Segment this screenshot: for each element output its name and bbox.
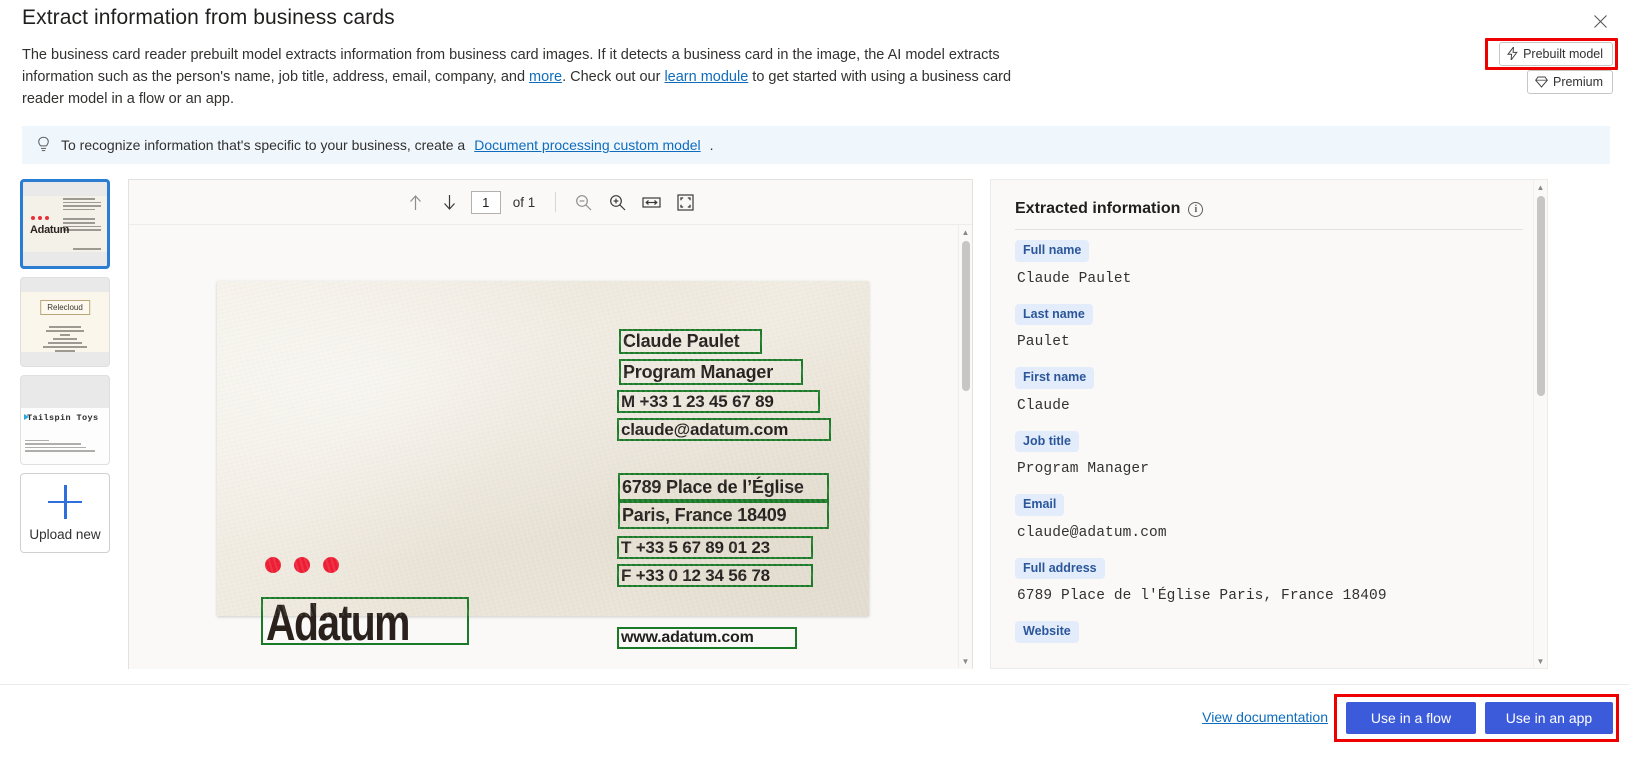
scroll-up-icon[interactable]: ▲ bbox=[959, 225, 972, 239]
field-label-chip: Website bbox=[1015, 621, 1079, 643]
intro-paragraph: The business card reader prebuilt model … bbox=[22, 44, 1052, 110]
field-value: Claude bbox=[1017, 397, 1070, 414]
field-value: Program Manager bbox=[1017, 461, 1150, 477]
plus-icon bbox=[48, 484, 82, 519]
page-number-input[interactable]: 1 bbox=[470, 190, 501, 214]
field-value: Paulet bbox=[1017, 334, 1070, 350]
page-title: Extract information from business cards bbox=[22, 6, 395, 29]
thumb-text-lines bbox=[25, 439, 105, 454]
ocr-box: claude@adatum.com bbox=[617, 418, 831, 441]
premium-label: Premium bbox=[1552, 74, 1603, 89]
field-label-chip: First name bbox=[1015, 367, 1095, 389]
extracted-field: Website bbox=[1015, 621, 1523, 643]
thumb-brand-relecloud: Relecloud bbox=[40, 300, 90, 315]
extracted-field: Last name Paulet bbox=[1015, 303, 1523, 350]
field-label-chip: Email bbox=[1015, 494, 1065, 516]
zoom-out-icon[interactable] bbox=[570, 189, 596, 215]
viewer-scrollbar[interactable]: ▲ ▼ bbox=[958, 225, 972, 668]
thumbnail-item-relecloud[interactable]: Relecloud bbox=[20, 277, 110, 367]
ocr-box: Claude Paulet bbox=[619, 329, 762, 354]
field-label-chip: Full name bbox=[1015, 240, 1090, 262]
custom-model-link[interactable]: Document processing custom model bbox=[474, 137, 700, 153]
upload-new-label: Upload new bbox=[29, 526, 101, 542]
extracted-field: Email claude@adatum.com bbox=[1015, 494, 1523, 541]
diamond-icon bbox=[1535, 76, 1548, 88]
ocr-box: M +33 1 23 45 67 89 bbox=[617, 390, 820, 413]
zoom-in-icon[interactable] bbox=[604, 189, 630, 215]
info-circle-icon[interactable]: i bbox=[1188, 201, 1204, 217]
premium-badge[interactable]: Premium bbox=[1526, 70, 1613, 94]
field-label-chip: Last name bbox=[1015, 303, 1093, 325]
field-value: 6789 Place de l'Église Paris, France 184… bbox=[1017, 588, 1387, 604]
card-company-name: Adatum bbox=[266, 595, 410, 652]
infobar-text-after: . bbox=[709, 137, 714, 153]
field-label-chip: Full address bbox=[1015, 557, 1105, 579]
scroll-up-icon[interactable]: ▲ bbox=[1534, 180, 1547, 194]
toolbar-divider bbox=[555, 192, 557, 212]
extracted-fields-list: Full name Claude Paulet Last name Paulet Fir… bbox=[991, 230, 1547, 643]
ocr-box: F +33 0 12 34 56 78 bbox=[617, 564, 813, 587]
document-viewer: 1 of 1 Adatum Claude Paulet Program Mana… bbox=[128, 179, 973, 669]
use-in-a-flow-button[interactable]: Use in a flow bbox=[1346, 702, 1476, 734]
thumb-brand-adatum: Adatum bbox=[30, 224, 70, 236]
field-label-chip: Job title bbox=[1015, 430, 1079, 452]
extracted-field: Job title Program Manager bbox=[1015, 430, 1523, 477]
intro-text-2: . Check out our bbox=[562, 69, 665, 85]
viewer-canvas[interactable]: Adatum Claude Paulet Program Manager M +33… bbox=[129, 225, 972, 669]
extracted-scroll-thumb[interactable] bbox=[1537, 196, 1545, 396]
extracted-field: Full name Claude Paulet bbox=[1015, 240, 1523, 287]
thumbnail-item-adatum[interactable]: Adatum bbox=[20, 179, 110, 269]
ocr-box: 6789 Place de l’Église bbox=[618, 473, 829, 501]
infobar-text-before: To recognize information that's specific… bbox=[61, 137, 466, 153]
thumb-dots bbox=[31, 216, 49, 220]
fit-to-page-icon[interactable] bbox=[672, 189, 698, 215]
thumb-text-lines bbox=[35, 326, 95, 354]
extracted-field: Full address 6789 Place de l'Église Paris… bbox=[1015, 557, 1523, 604]
lightning-bolt-icon bbox=[1507, 47, 1518, 60]
footer-divider bbox=[0, 684, 1629, 685]
extracted-panel-scrollbar[interactable]: ▲ ▼ bbox=[1533, 180, 1547, 668]
close-icon[interactable] bbox=[1585, 6, 1615, 36]
model-badges: Prebuilt model Premium bbox=[1499, 42, 1613, 94]
dialog-extract-business-cards: Extract information from business cards … bbox=[0, 0, 1629, 776]
use-in-an-app-button[interactable]: Use in an app bbox=[1485, 702, 1613, 734]
thumbnail-list: Adatum Relecloud Tailspin Toys Upload ne… bbox=[20, 179, 112, 553]
custom-model-infobar: To recognize information that's specific… bbox=[22, 126, 1610, 164]
scroll-down-icon[interactable]: ▼ bbox=[1534, 654, 1547, 668]
ocr-box: Paris, France 18409 bbox=[618, 501, 829, 529]
prebuilt-model-label: Prebuilt model bbox=[1523, 46, 1603, 61]
learn-module-link[interactable]: learn module bbox=[664, 69, 748, 85]
card-dots-decoration bbox=[265, 557, 339, 573]
field-value: claude@adatum.com bbox=[1017, 524, 1167, 541]
lightbulb-icon bbox=[36, 136, 52, 154]
thumb-brand-tailspin: Tailspin Toys bbox=[27, 413, 99, 423]
scroll-down-icon[interactable]: ▼ bbox=[959, 654, 972, 668]
prebuilt-model-badge[interactable]: Prebuilt model bbox=[1499, 42, 1613, 66]
arrow-up-icon[interactable] bbox=[403, 189, 429, 215]
field-value: Claude Paulet bbox=[1017, 270, 1132, 287]
business-card-image: Adatum Claude Paulet Program Manager M +33… bbox=[217, 281, 869, 652]
viewer-toolbar: 1 of 1 bbox=[129, 180, 972, 225]
ocr-box: Program Manager bbox=[619, 359, 803, 385]
arrow-down-icon[interactable] bbox=[437, 189, 463, 215]
extracted-information-panel: Extracted information i Full name Claude … bbox=[990, 179, 1548, 669]
extracted-information-header: Extracted information i bbox=[991, 180, 1547, 218]
extracted-information-title: Extracted information bbox=[1015, 200, 1181, 217]
page-count-label: of 1 bbox=[512, 194, 536, 210]
fit-to-width-icon[interactable] bbox=[638, 189, 664, 215]
extracted-field: First name Claude bbox=[1015, 367, 1523, 414]
ocr-box: www.adatum.com bbox=[617, 627, 797, 649]
upload-new-button[interactable]: Upload new bbox=[20, 473, 110, 553]
ocr-box-company: Adatum bbox=[261, 595, 469, 652]
more-link[interactable]: more bbox=[529, 69, 562, 85]
viewer-scroll-thumb[interactable] bbox=[962, 241, 970, 391]
thumbnail-item-tailspin[interactable]: Tailspin Toys bbox=[20, 375, 110, 465]
ocr-box: T +33 5 67 89 01 23 bbox=[617, 536, 813, 559]
view-documentation-link[interactable]: View documentation bbox=[1202, 709, 1328, 725]
